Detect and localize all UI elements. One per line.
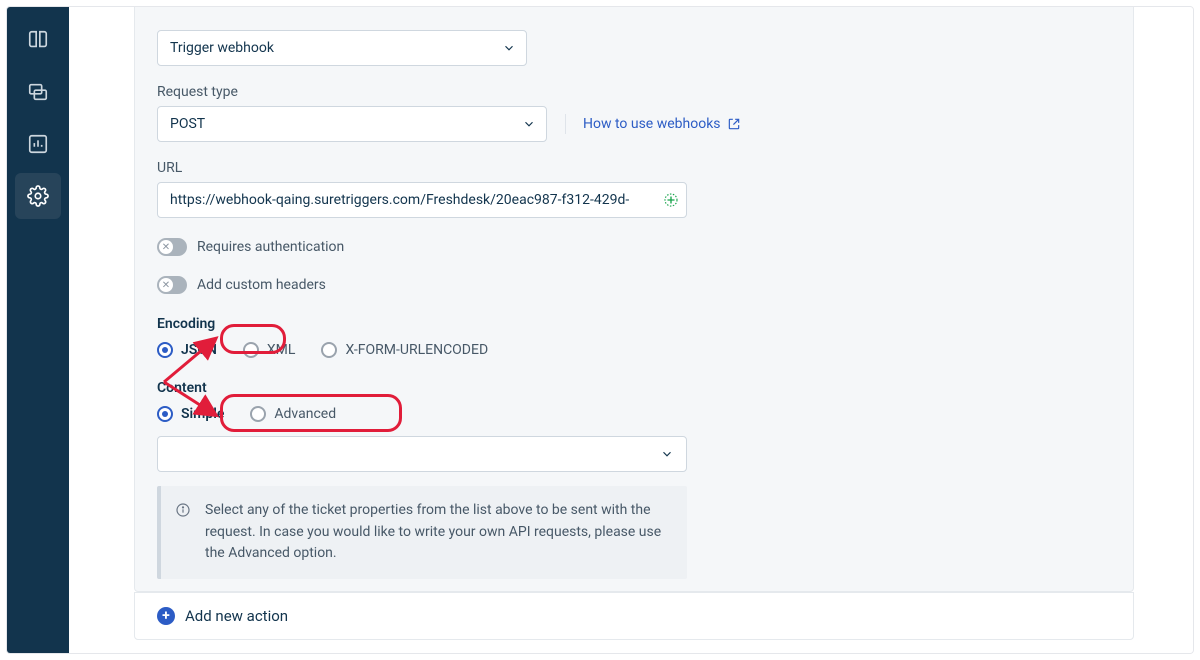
action-type-select[interactable]: Trigger webhook [157,30,527,66]
encoding-xml-radio[interactable]: XML [243,342,296,358]
sidebar-item-knowledge[interactable] [15,17,61,63]
radio-icon [157,342,173,358]
chevron-down-icon [522,117,536,131]
request-type-value: POST [170,116,205,132]
chevron-down-icon [660,447,674,461]
content-radio-group: Simple Advanced [157,406,1111,422]
custom-headers-label: Add custom headers [197,277,326,293]
content-simple-radio[interactable]: Simple [157,406,224,422]
encoding-section-label: Encoding [157,316,1111,332]
encoding-xml-label: XML [267,342,296,358]
webhook-help-link[interactable]: How to use webhooks [565,106,741,142]
content-advanced-label: Advanced [274,406,336,422]
main-content: Trigger webhook Request type POST How to [69,7,1193,653]
sidebar-item-conversations[interactable] [15,69,61,115]
radio-icon [321,342,337,358]
content-advanced-radio[interactable]: Advanced [250,406,336,422]
help-link-text: How to use webhooks [583,116,721,132]
book-icon [27,29,49,51]
encoding-json-label: JSON [181,342,217,358]
gear-icon [27,185,49,207]
analytics-icon [27,133,49,155]
encoding-radio-group: JSON XML X-FORM-URLENCODED [157,342,1111,358]
left-sidebar [7,7,69,653]
radio-icon [157,406,173,422]
chevron-down-icon [502,41,516,55]
request-type-label: Request type [157,84,1111,100]
toggle-knob: ✕ [159,240,173,254]
info-box: Select any of the ticket properties from… [157,486,687,579]
external-link-icon [727,117,741,131]
card-footer: + Add new action [134,592,1134,640]
toggle-knob: ✕ [159,278,173,292]
sidebar-item-analytics[interactable] [15,121,61,167]
add-new-action-button[interactable]: + Add new action [157,607,288,625]
content-section-label: Content [157,380,1111,396]
radio-icon [243,342,259,358]
url-value: https://webhook-qaing.suretriggers.com/F… [170,192,629,208]
requires-auth-label: Requires authentication [197,239,344,255]
form-canvas: Trigger webhook Request type POST How to [69,7,1193,653]
add-new-action-label: Add new action [185,607,288,625]
action-type-value: Trigger webhook [170,40,274,56]
info-text: Select any of the ticket properties from… [205,502,661,561]
custom-headers-toggle[interactable]: ✕ [157,276,187,294]
plus-circle-icon: + [157,607,175,625]
encoding-form-radio[interactable]: X-FORM-URLENCODED [321,342,488,358]
insert-placeholder-icon[interactable] [662,191,680,209]
radio-icon [250,406,266,422]
encoding-json-radio[interactable]: JSON [157,342,217,358]
webhook-action-card: Trigger webhook Request type POST How to [134,7,1134,592]
encoding-form-label: X-FORM-URLENCODED [345,342,488,358]
requires-auth-toggle[interactable]: ✕ [157,238,187,256]
url-input[interactable]: https://webhook-qaing.suretriggers.com/F… [157,182,687,218]
url-label: URL [157,160,1111,176]
conversations-icon [27,81,49,103]
request-type-select[interactable]: POST [157,106,547,142]
ticket-properties-select[interactable] [157,436,687,472]
sidebar-item-settings[interactable] [15,173,61,219]
info-icon [175,502,191,526]
content-simple-label: Simple [181,406,224,422]
